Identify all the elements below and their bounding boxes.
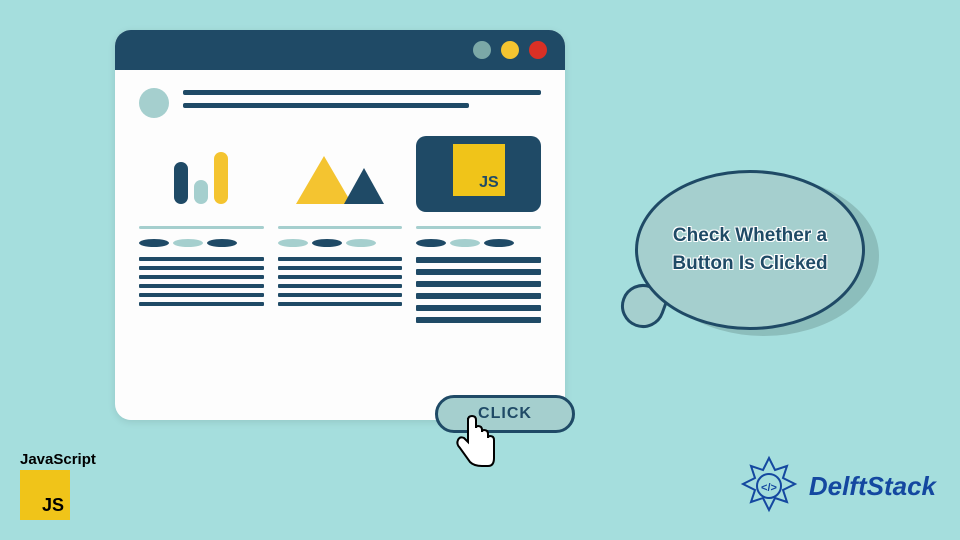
bar-icon [194, 180, 208, 204]
card-row: JS [139, 136, 541, 212]
mountain-card [278, 136, 403, 212]
close-dot[interactable] [529, 41, 547, 59]
js-logo-icon: JS [20, 470, 70, 520]
header-row [139, 88, 541, 118]
bar-icon [214, 152, 228, 204]
brand-name: DelftStack [809, 471, 936, 502]
avatar-icon [139, 88, 169, 118]
column [139, 226, 264, 329]
browser-window: JS [115, 30, 565, 420]
js-card: JS [416, 136, 541, 212]
window-content: JS [115, 70, 565, 347]
window-titlebar [115, 30, 565, 70]
svg-text:</>: </> [761, 482, 777, 494]
js-shield-icon: JS [453, 144, 505, 196]
bubble-text: Check Whether aButton Is Clicked [672, 222, 827, 279]
speech-bubble: Check Whether aButton Is Clicked [635, 170, 890, 350]
column [278, 226, 403, 329]
bar-chart-card [139, 136, 264, 212]
minimize-dot[interactable] [473, 41, 491, 59]
header-lines [183, 90, 541, 116]
js-logo-title: JavaScript [20, 451, 96, 468]
pointer-cursor-icon [450, 410, 500, 470]
bar-icon [174, 162, 188, 204]
maximize-dot[interactable] [501, 41, 519, 59]
columns-row [139, 226, 541, 329]
javascript-logo: JavaScript JS [20, 451, 96, 520]
mandala-icon: </> [737, 454, 801, 518]
delftstack-logo: </> DelftStack [737, 454, 936, 518]
column [416, 226, 541, 329]
triangle-icon [344, 168, 384, 204]
